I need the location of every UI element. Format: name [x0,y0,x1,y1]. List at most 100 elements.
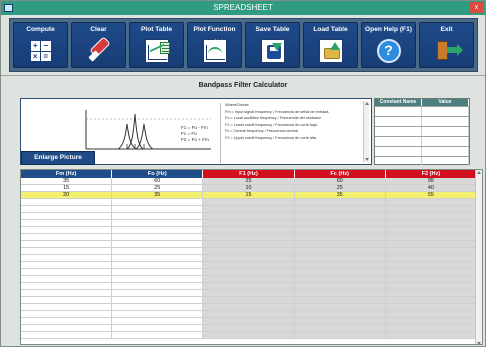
empty-cell[interactable] [21,262,113,269]
empty-cell[interactable] [21,248,113,255]
table-row[interactable] [21,304,478,311]
plot-function-button[interactable]: Plot Function f(x) [187,22,242,68]
constant-value-cell[interactable] [422,117,469,126]
empty-cell[interactable] [294,311,386,318]
cell-fc[interactable]: 35 [294,192,386,199]
open-help-button[interactable]: Open Help (F1) ? [361,22,416,68]
empty-cell[interactable] [112,276,204,283]
table-row[interactable] [21,269,478,276]
scroll-down-arrow-icon[interactable] [477,342,481,344]
constant-value-cell[interactable] [422,127,469,136]
empty-cell[interactable] [294,248,386,255]
empty-cell[interactable] [294,255,386,262]
cell-fm[interactable]: 35 [21,178,113,185]
empty-cell[interactable] [385,297,478,304]
empty-cell[interactable] [203,283,295,290]
cell-f1[interactable]: 15 [203,192,295,199]
clear-button[interactable]: Clear [71,22,126,68]
empty-cell[interactable] [21,234,113,241]
table-row[interactable] [21,318,478,325]
selected-table-row[interactable]: 20 35 15 35 55 [21,192,478,199]
empty-cell[interactable] [112,227,204,234]
table-row[interactable] [21,255,478,262]
table-row[interactable] [21,220,478,227]
empty-cell[interactable] [112,255,204,262]
cell-fc[interactable]: 60 [294,178,386,185]
empty-cell[interactable] [21,283,113,290]
table-row[interactable] [21,199,478,206]
cell-f1[interactable]: 25 [203,178,295,185]
empty-cell[interactable] [385,255,478,262]
table-row[interactable] [21,262,478,269]
empty-cell[interactable] [203,269,295,276]
empty-cell[interactable] [294,213,386,220]
table-row[interactable] [21,283,478,290]
constant-value-cell[interactable] [422,147,469,156]
table-row[interactable] [21,332,478,339]
constant-name-cell[interactable] [375,107,422,116]
cell-f2[interactable]: 95 [385,178,478,185]
empty-cell[interactable] [21,297,113,304]
constant-name-cell[interactable] [375,117,422,126]
empty-cell[interactable] [203,199,295,206]
table-row[interactable] [21,213,478,220]
empty-cell[interactable] [21,213,113,220]
empty-cell[interactable] [112,325,204,332]
empty-cell[interactable] [385,325,478,332]
empty-cell[interactable] [294,206,386,213]
empty-cell[interactable] [385,206,478,213]
empty-cell[interactable] [21,269,113,276]
empty-cell[interactable] [294,262,386,269]
empty-cell[interactable] [203,220,295,227]
empty-cell[interactable] [112,318,204,325]
cell-fc[interactable]: 25 [294,185,386,192]
empty-cell[interactable] [21,255,113,262]
empty-cell[interactable] [203,318,295,325]
constant-value-cell[interactable] [422,107,469,116]
cell-fo[interactable]: 35 [112,192,204,199]
empty-cell[interactable] [21,206,113,213]
empty-cell[interactable] [21,241,113,248]
empty-cell[interactable] [385,311,478,318]
empty-cell[interactable] [385,290,478,297]
empty-cell[interactable] [203,248,295,255]
empty-cell[interactable] [385,276,478,283]
empty-cell[interactable] [203,206,295,213]
empty-cell[interactable] [112,241,204,248]
empty-cell[interactable] [294,276,386,283]
empty-cell[interactable] [203,290,295,297]
empty-cell[interactable] [21,318,113,325]
empty-cell[interactable] [294,227,386,234]
empty-cell[interactable] [385,269,478,276]
table-row[interactable] [21,311,478,318]
cell-fo[interactable]: 60 [112,178,204,185]
constant-name-cell[interactable] [375,147,422,156]
empty-cell[interactable] [203,227,295,234]
empty-cell[interactable] [203,311,295,318]
empty-cell[interactable] [112,311,204,318]
empty-cell[interactable] [294,199,386,206]
empty-cell[interactable] [203,325,295,332]
empty-cell[interactable] [385,332,478,339]
empty-cell[interactable] [203,255,295,262]
constant-value-cell[interactable] [422,157,469,166]
save-table-button[interactable]: Save Table [245,22,300,68]
empty-cell[interactable] [294,318,386,325]
empty-cell[interactable] [21,220,113,227]
empty-cell[interactable] [385,220,478,227]
empty-cell[interactable] [112,332,204,339]
table-row[interactable] [21,234,478,241]
empty-cell[interactable] [21,290,113,297]
empty-cell[interactable] [385,227,478,234]
exit-button[interactable]: Exit [419,22,474,68]
empty-cell[interactable] [203,234,295,241]
empty-cell[interactable] [203,297,295,304]
constant-row[interactable] [375,136,469,146]
load-table-button[interactable]: Load Table [303,22,358,68]
enlarge-picture-button[interactable]: Enlarge Picture [21,151,95,165]
table-row[interactable] [21,297,478,304]
empty-cell[interactable] [385,283,478,290]
constant-name-cell[interactable] [375,137,422,146]
spreadsheet-scrollbar[interactable] [475,170,482,344]
scroll-up-arrow-icon[interactable] [477,171,481,174]
